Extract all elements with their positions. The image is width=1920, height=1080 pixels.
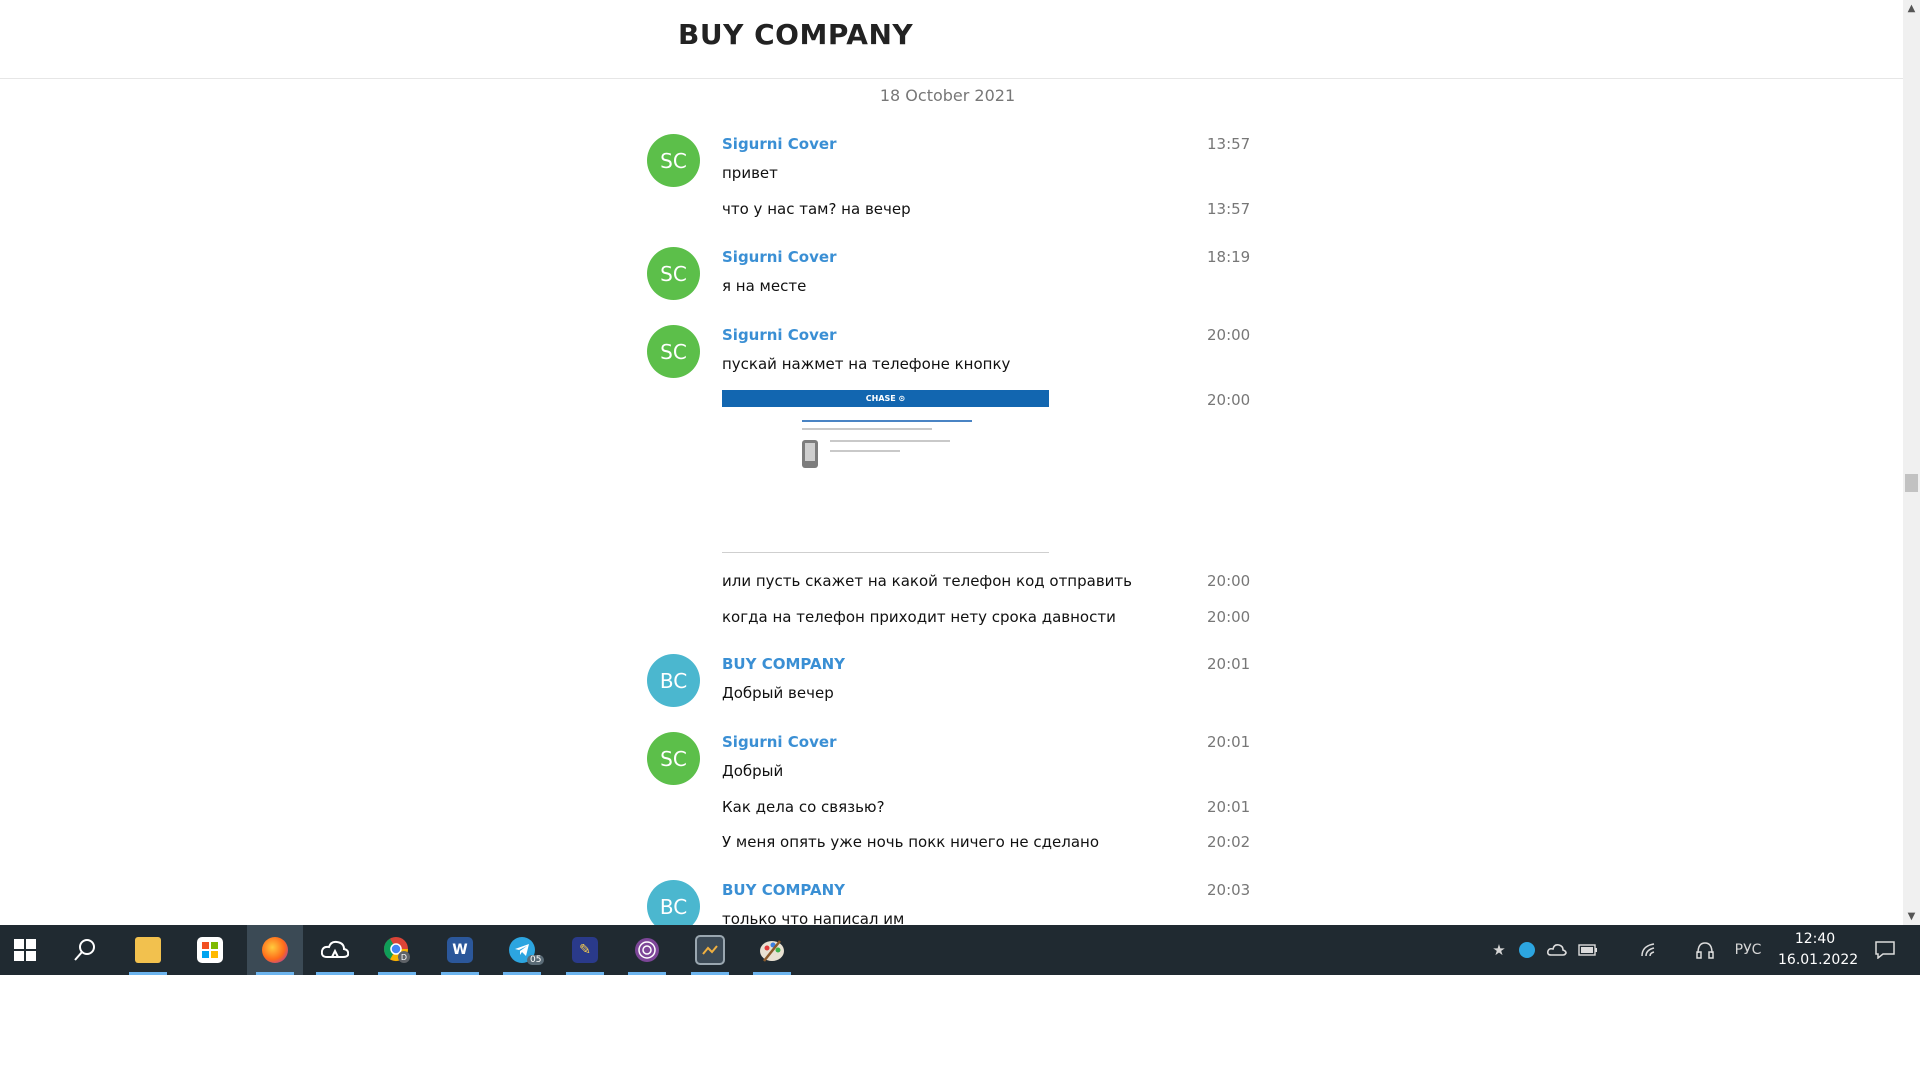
notification-icon (1875, 941, 1895, 959)
avatar[interactable]: SC (647, 247, 700, 300)
message-text: только что написал им (722, 910, 905, 925)
message-text: Добрый вечер (722, 684, 834, 702)
message-time: 20:00 (1207, 572, 1251, 590)
taskbar-editor[interactable]: ✎ (560, 925, 610, 975)
tray-telegram-icon (1519, 942, 1535, 958)
chat-title: BUY COMPANY (678, 18, 914, 51)
tor-icon (635, 938, 659, 962)
search-icon (74, 939, 95, 961)
paint-icon (760, 940, 784, 962)
editor-icon: ✎ (572, 937, 598, 963)
chat-window: BUY COMPANY 18 October 2021 SC Sigurni C… (0, 0, 1903, 925)
telegram-badge: 05 (527, 955, 545, 965)
clock-date: 16.01.2022 (1778, 952, 1859, 968)
taskbar-telegram[interactable]: 05 (497, 925, 547, 975)
photo-line (802, 420, 972, 422)
photo-text-line (830, 440, 950, 442)
start-button[interactable] (0, 925, 50, 975)
avatar[interactable]: BC (647, 654, 700, 707)
taskbar: D W 05 ✎ ★ РУС 12:40 16.01.2022 (0, 925, 1920, 975)
store-icon (197, 937, 223, 963)
photo-attachment[interactable]: CHASE ⊙ (722, 390, 1049, 553)
sender-name[interactable]: Sigurni Cover (722, 248, 836, 266)
message-text: Как дела со связью? (722, 798, 885, 816)
date-divider: 18 October 2021 (879, 86, 1016, 105)
cloud-icon (321, 940, 349, 958)
message-time: 20:01 (1207, 655, 1251, 673)
taskbar-firefox[interactable] (247, 925, 303, 975)
photo-text-line (830, 450, 900, 452)
message-time: 13:57 (1207, 200, 1251, 218)
sender-name[interactable]: BUY COMPANY (722, 655, 845, 673)
tray-cloud[interactable] (1545, 925, 1569, 975)
action-center-button[interactable] (1870, 925, 1900, 975)
taskbar-clock[interactable]: 12:40 16.01.2022 (1778, 929, 1859, 971)
message-text: или пусть скажет на какой телефон код от… (722, 572, 1132, 590)
sender-name[interactable]: Sigurni Cover (722, 733, 836, 751)
vertical-scrollbar[interactable]: ▲ ▼ (1903, 0, 1920, 925)
word-icon: W (447, 937, 473, 963)
avatar[interactable]: SC (647, 732, 700, 785)
taskbar-chrome[interactable]: D (372, 925, 422, 975)
taskbar-file-explorer[interactable] (123, 925, 173, 975)
taskbar-tor-browser[interactable] (622, 925, 672, 975)
avatar[interactable]: BC (647, 880, 700, 925)
scroll-thumb[interactable] (1905, 474, 1918, 492)
message-text: пускай нажмет на телефоне кнопку (722, 355, 1011, 373)
message-time: 20:02 (1207, 833, 1251, 851)
tray-telegram[interactable] (1515, 925, 1539, 975)
search-button[interactable] (60, 925, 110, 975)
photo-text-line (802, 428, 932, 430)
phone-icon (802, 440, 818, 468)
message-time: 18:19 (1207, 248, 1251, 266)
sender-name[interactable]: Sigurni Cover (722, 326, 836, 344)
tray-battery[interactable] (1575, 925, 1601, 975)
wifi-icon (1641, 943, 1655, 957)
message-time: 20:03 (1207, 881, 1251, 899)
tray-favorites[interactable]: ★ (1487, 925, 1511, 975)
message-text: У меня опять уже ночь покк ничего не сде… (722, 833, 1100, 851)
clock-time: 12:40 (1794, 931, 1836, 947)
photo-header-bar: CHASE ⊙ (722, 390, 1049, 407)
scroll-down-arrow-icon[interactable]: ▼ (1903, 908, 1920, 925)
avatar[interactable]: SC (647, 325, 700, 378)
windows-start-icon (14, 939, 36, 961)
svg-text:D: D (401, 953, 407, 962)
taskbar-cloud-app[interactable] (310, 925, 360, 975)
star-icon: ★ (1492, 941, 1506, 959)
app-icon (695, 935, 725, 965)
taskbar-paint[interactable] (747, 925, 797, 975)
chat-header: BUY COMPANY (0, 0, 1903, 79)
photo-brand: CHASE (865, 394, 896, 403)
tray-headset[interactable] (1690, 925, 1720, 975)
taskbar-app[interactable] (685, 925, 735, 975)
message-time: 20:00 (1207, 608, 1251, 626)
avatar[interactable]: SC (647, 134, 700, 187)
sender-name[interactable]: BUY COMPANY (722, 881, 845, 899)
file-explorer-icon (135, 937, 161, 963)
message-time: 20:00 (1207, 326, 1251, 344)
tray-network[interactable] (1635, 925, 1665, 975)
message-time: 20:01 (1207, 798, 1251, 816)
sender-name[interactable]: Sigurni Cover (722, 135, 836, 153)
blank-area (0, 975, 1920, 1080)
taskbar-word[interactable]: W (435, 925, 485, 975)
battery-icon (1578, 944, 1597, 956)
screen: BUY COMPANY 18 October 2021 SC Sigurni C… (0, 0, 1920, 1080)
scroll-up-arrow-icon[interactable]: ▲ (1903, 0, 1920, 17)
tray-cloud-icon (1547, 944, 1567, 956)
input-language[interactable]: РУС (1725, 925, 1771, 975)
message-text: я на месте (722, 277, 807, 295)
message-text: когда на телефон приходит нету срока дав… (722, 608, 1116, 626)
message-text: Добрый (722, 762, 784, 780)
firefox-icon (262, 937, 288, 963)
headset-icon (1696, 942, 1714, 959)
chrome-icon: D (384, 937, 410, 963)
message-text: что у нас там? на вечер (722, 200, 911, 218)
message-time: 20:00 (1207, 391, 1251, 409)
taskbar-store[interactable] (185, 925, 235, 975)
message-time: 20:01 (1207, 733, 1251, 751)
message-text: привет (722, 164, 778, 182)
message-time: 13:57 (1207, 135, 1251, 153)
